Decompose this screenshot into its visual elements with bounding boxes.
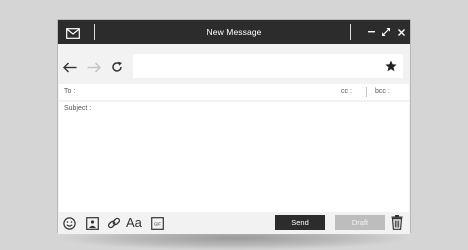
trash-icon[interactable]: [391, 215, 403, 235]
cc-field[interactable]: [355, 86, 365, 98]
image-icon[interactable]: [86, 216, 99, 230]
subject-field[interactable]: [95, 103, 395, 115]
arrow-right-icon[interactable]: [87, 60, 101, 74]
arrow-left-icon[interactable]: [63, 60, 77, 74]
link-icon[interactable]: [107, 216, 121, 230]
star-icon[interactable]: [385, 59, 397, 77]
title-bar: New Message: [58, 20, 410, 44]
recipients-row: To : cc : bcc :: [59, 84, 409, 100]
send-button[interactable]: Send: [275, 215, 325, 230]
smiley-icon[interactable]: [63, 216, 76, 230]
cc-label: cc :: [341, 88, 352, 95]
bcc-field[interactable]: [392, 86, 406, 98]
gif-button[interactable]: GIF: [151, 216, 164, 230]
window-title: New Message: [206, 27, 262, 37]
subject-label: Subject :: [64, 105, 92, 112]
font-format-button[interactable]: Aa: [126, 216, 142, 230]
maximize-arrows-icon[interactable]: [380, 24, 392, 40]
compose-window: New Message To: cc: bcc: Subject: Aa…: [57, 19, 411, 234]
title-divider-right: [350, 24, 351, 40]
url-input[interactable]: [133, 54, 403, 78]
to-label: To :: [64, 88, 76, 95]
draft-button[interactable]: Draft: [335, 215, 385, 230]
minimize-icon[interactable]: [365, 24, 377, 40]
compose-toolbar: Aa GIF Send Draft: [58, 212, 410, 234]
refresh-icon[interactable]: [110, 60, 124, 74]
close-icon[interactable]: [395, 24, 407, 40]
message-body: Subject :: [59, 102, 409, 212]
bcc-label: bcc :: [375, 88, 390, 95]
gif-label: GIF: [154, 221, 161, 226]
cc-bcc-divider: [366, 87, 367, 97]
to-field[interactable]: [81, 86, 331, 98]
message-textarea[interactable]: [64, 118, 404, 208]
